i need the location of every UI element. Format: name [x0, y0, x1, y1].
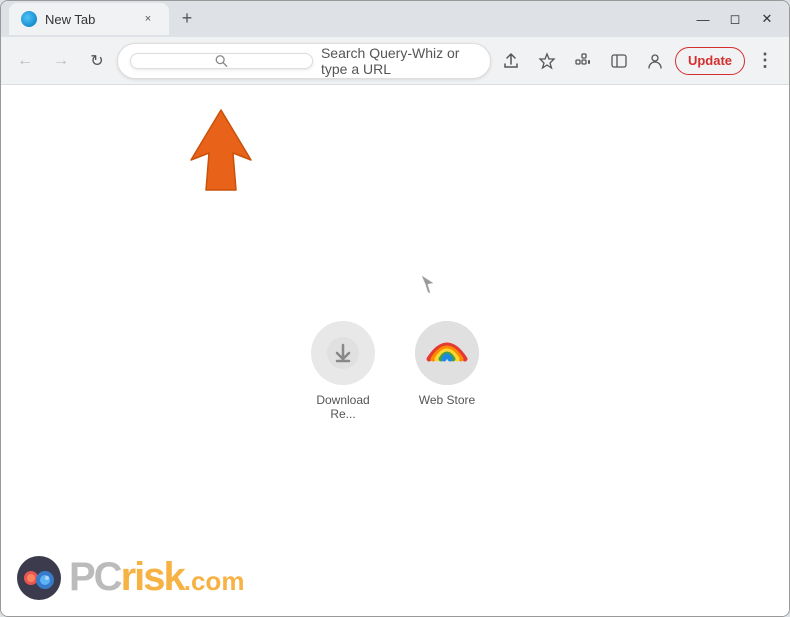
- watermark: PC risk .com: [17, 555, 244, 600]
- arrow-annotation: [181, 105, 261, 195]
- update-button[interactable]: Update: [675, 47, 745, 75]
- browser-toolbar: ← → ↻ Search Query-Whiz or type a URL: [1, 37, 789, 85]
- shortcut-web-store-icon: [415, 321, 479, 385]
- watermark-risk: risk: [121, 555, 184, 600]
- browser-content: Download Re... Web Store: [1, 85, 789, 616]
- shortcut-download-re[interactable]: Download Re...: [303, 321, 383, 421]
- address-bar[interactable]: Search Query-Whiz or type a URL: [117, 43, 491, 79]
- shortcut-web-store[interactable]: Web Store: [407, 321, 487, 407]
- sidebar-button[interactable]: [603, 45, 635, 77]
- back-button[interactable]: ←: [9, 45, 41, 77]
- reload-button[interactable]: ↻: [81, 45, 113, 77]
- shortcuts-area: Download Re... Web Store: [303, 321, 487, 421]
- tab-title: New Tab: [45, 12, 131, 27]
- shortcut-download-re-icon: [311, 321, 375, 385]
- forward-button[interactable]: →: [45, 45, 77, 77]
- window-controls: — ◻ ✕: [689, 5, 781, 33]
- shortcut-web-store-label: Web Store: [419, 393, 475, 407]
- share-button[interactable]: [495, 45, 527, 77]
- search-icon: [130, 53, 313, 69]
- shortcut-download-re-label: Download Re...: [303, 393, 383, 421]
- browser-tab[interactable]: New Tab ×: [9, 3, 169, 35]
- maximize-button[interactable]: ◻: [721, 5, 749, 33]
- profile-button[interactable]: [639, 45, 671, 77]
- watermark-logo-icon: [17, 556, 61, 600]
- title-bar: New Tab × + — ◻ ✕: [1, 1, 789, 37]
- new-tab-button[interactable]: +: [173, 4, 201, 32]
- tab-favicon: [21, 11, 37, 27]
- extensions-button[interactable]: [567, 45, 599, 77]
- close-button[interactable]: ✕: [753, 5, 781, 33]
- watermark-pc: PC: [69, 555, 121, 600]
- bookmark-button[interactable]: [531, 45, 563, 77]
- browser-window: New Tab × + — ◻ ✕ ← → ↻ Search Query-Whi…: [0, 0, 790, 617]
- tab-close-button[interactable]: ×: [139, 10, 157, 28]
- menu-button[interactable]: ⋮: [749, 45, 781, 77]
- mouse-cursor: [421, 275, 433, 293]
- watermark-dotcom: .com: [184, 566, 245, 597]
- minimize-button[interactable]: —: [689, 5, 717, 33]
- address-text: Search Query-Whiz or type a URL: [321, 45, 478, 77]
- toolbar-actions: Update ⋮: [495, 45, 781, 77]
